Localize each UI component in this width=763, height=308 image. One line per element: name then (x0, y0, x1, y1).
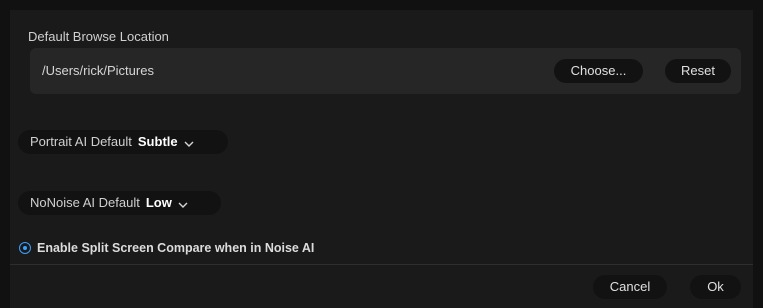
split-screen-compare-option[interactable]: Enable Split Screen Compare when in Nois… (19, 240, 314, 256)
default-browse-location-label: Default Browse Location (28, 29, 169, 44)
chevron-down-icon[interactable] (178, 192, 188, 216)
portrait-ai-default-dropdown[interactable]: Portrait AI Default Subtle (18, 130, 228, 154)
split-screen-compare-label[interactable]: Enable Split Screen Compare when in Nois… (37, 240, 314, 256)
choose-button[interactable]: Choose... (554, 59, 643, 83)
cancel-button[interactable]: Cancel (593, 275, 667, 299)
radio-selected-icon[interactable] (19, 242, 31, 254)
chevron-down-icon[interactable] (184, 131, 194, 155)
browse-location-path: /Users/rick/Pictures (42, 63, 154, 78)
browse-location-row: /Users/rick/Pictures Choose... Reset (30, 48, 741, 94)
ok-button[interactable]: Ok (690, 275, 741, 299)
reset-button[interactable]: Reset (665, 59, 731, 83)
portrait-ai-default-value[interactable]: Subtle (138, 134, 178, 149)
portrait-ai-default-label: Portrait AI Default (30, 134, 132, 149)
dialog-footer: Cancel Ok (10, 265, 753, 308)
nonoise-ai-default-label: NoNoise AI Default (30, 195, 140, 210)
preferences-panel: Default Browse Location /Users/rick/Pict… (0, 0, 763, 308)
nonoise-ai-default-value[interactable]: Low (146, 195, 172, 210)
nonoise-ai-default-dropdown[interactable]: NoNoise AI Default Low (18, 191, 221, 215)
